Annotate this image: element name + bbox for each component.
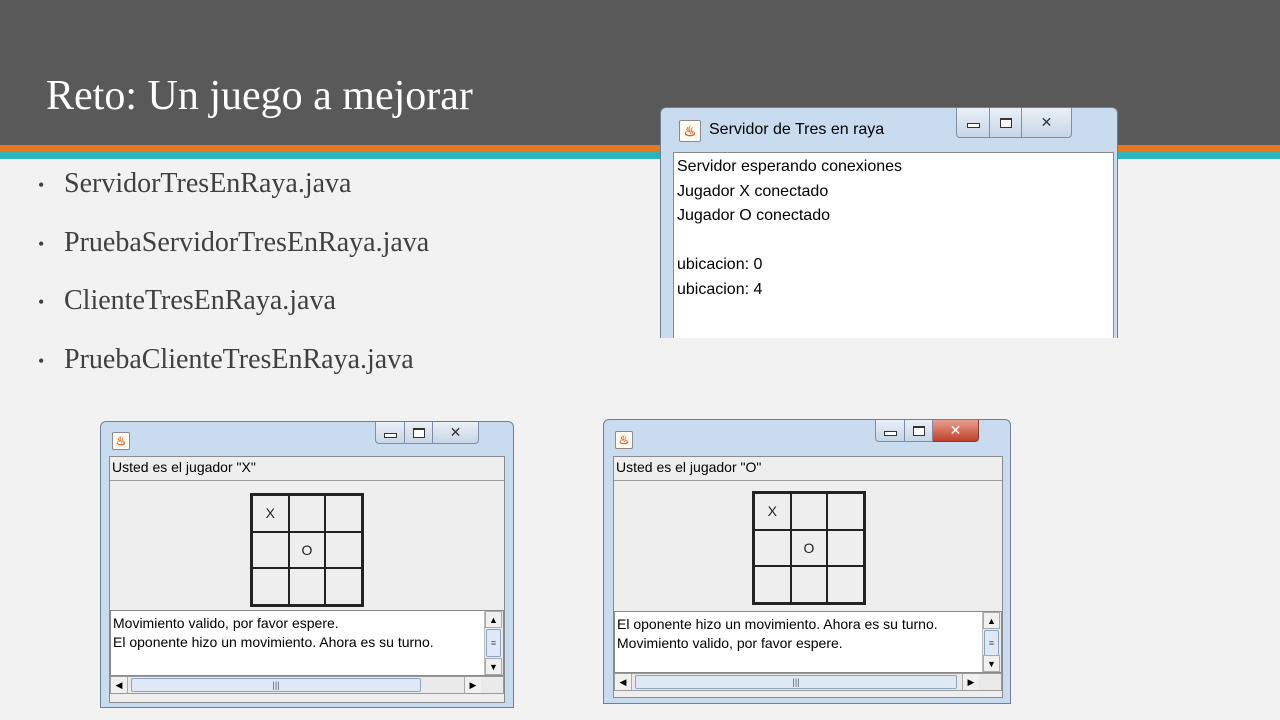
- maximize-icon: [412, 427, 425, 438]
- window-controls: ✕: [956, 108, 1072, 138]
- maximize-button[interactable]: [905, 420, 933, 442]
- client-x-body: Usted es el jugador "X" X O Movimiento v…: [109, 456, 505, 703]
- board-cell[interactable]: O: [288, 531, 326, 569]
- scroll-down-icon[interactable]: ▼: [983, 655, 1000, 672]
- log-line: ubicacion: 0: [677, 256, 763, 273]
- board-cell[interactable]: [754, 566, 791, 603]
- horizontal-scrollbar[interactable]: ◀ ||| ▶: [110, 676, 504, 694]
- board-cell[interactable]: [325, 495, 362, 532]
- minimize-icon: [883, 431, 897, 436]
- scroll-thumb[interactable]: ≡: [984, 630, 999, 656]
- board-cell[interactable]: [252, 568, 289, 605]
- message-line: Movimiento valido, por favor espere.: [113, 615, 339, 631]
- minimize-icon: [966, 123, 980, 128]
- close-button[interactable]: ✕: [933, 420, 979, 442]
- scroll-left-icon[interactable]: ◀: [111, 677, 128, 693]
- close-icon: ✕: [1040, 114, 1053, 130]
- board-cell[interactable]: [288, 568, 326, 605]
- bullet-item: • ClienteTresEnRaya.java: [38, 283, 429, 342]
- scroll-up-icon[interactable]: ▲: [485, 611, 502, 628]
- vertical-scrollbar[interactable]: ▲ ≡ ▼: [484, 611, 503, 675]
- board-cell[interactable]: [252, 531, 289, 569]
- player-label: Usted es el jugador "O": [616, 459, 762, 475]
- message-line: Movimiento valido, por favor espere.: [617, 635, 843, 651]
- bullet-marker: •: [38, 175, 45, 195]
- board-cell[interactable]: [790, 566, 828, 603]
- java-icon: ♨: [615, 431, 633, 449]
- board-cell[interactable]: [827, 493, 864, 530]
- board-cell[interactable]: [325, 568, 362, 605]
- scroll-right-icon[interactable]: ▶: [962, 674, 979, 690]
- scroll-thumb[interactable]: |||: [635, 675, 957, 689]
- maximize-icon: [912, 425, 925, 436]
- java-icon: ♨: [112, 432, 130, 450]
- minimize-button[interactable]: [375, 422, 405, 444]
- bullet-marker: •: [38, 350, 45, 371]
- bullet-text: ServidorTresEnRaya.java: [64, 168, 352, 199]
- server-window: ♨ Servidor de Tres en raya ✕ Servidor es…: [660, 107, 1118, 338]
- window-controls: ✕: [375, 422, 479, 444]
- minimize-button[interactable]: [956, 108, 990, 138]
- scroll-up-icon[interactable]: ▲: [983, 612, 1000, 629]
- close-icon: ✕: [449, 424, 462, 440]
- player-label: Usted es el jugador "X": [112, 459, 256, 475]
- bullet-text: ClienteTresEnRaya.java: [64, 285, 336, 316]
- board-cell[interactable]: [827, 529, 864, 567]
- bullet-item: • PruebaServidorTresEnRaya.java: [38, 225, 429, 284]
- log-line: Servidor esperando conexiones: [677, 158, 903, 175]
- log-line: ubicacion: 4: [677, 280, 763, 298]
- maximize-icon: [999, 117, 1012, 128]
- board-cell[interactable]: X: [754, 493, 791, 530]
- board-cell[interactable]: [288, 495, 326, 532]
- log-line: Jugador O conectado: [677, 207, 830, 224]
- bullet-item: • PruebaClienteTresEnRaya.java: [38, 342, 429, 401]
- label-divider: [614, 480, 1002, 481]
- client-o-body: Usted es el jugador "O" X O El oponente …: [613, 456, 1003, 698]
- tic-tac-toe-board: X O: [250, 493, 364, 607]
- close-icon: ✕: [949, 422, 962, 438]
- board-cell[interactable]: [827, 566, 864, 603]
- message-area[interactable]: El oponente hizo un movimiento. Ahora es…: [614, 611, 1002, 673]
- client-x-window: ♨ ✕ Usted es el jugador "X" X O Movimien…: [100, 421, 514, 708]
- board-cell[interactable]: O: [790, 529, 828, 567]
- board-cell[interactable]: X: [252, 495, 289, 532]
- scroll-right-icon[interactable]: ▶: [464, 677, 481, 693]
- label-divider: [110, 480, 504, 481]
- window-controls: ✕: [875, 420, 979, 442]
- bullet-marker: •: [38, 292, 45, 312]
- scroll-thumb[interactable]: |||: [131, 678, 421, 692]
- vertical-scrollbar[interactable]: ▲ ≡ ▼: [982, 612, 1001, 672]
- maximize-button[interactable]: [405, 422, 433, 444]
- server-window-title: Servidor de Tres en raya: [709, 121, 885, 138]
- minimize-button[interactable]: [875, 420, 905, 442]
- slide-title: Reto: Un juego a mejorar: [46, 73, 473, 119]
- scroll-down-icon[interactable]: ▼: [485, 658, 502, 675]
- scroll-thumb[interactable]: ≡: [486, 629, 501, 657]
- close-button[interactable]: ✕: [433, 422, 479, 444]
- close-button[interactable]: ✕: [1022, 108, 1072, 138]
- bullet-text: PruebaClienteTresEnRaya.java: [64, 343, 414, 375]
- tic-tac-toe-board: X O: [752, 491, 866, 605]
- bullet-list: • ServidorTresEnRaya.java • PruebaServidor…: [38, 166, 429, 400]
- bullet-marker: •: [38, 233, 45, 254]
- bullet-text: PruebaServidorTresEnRaya.java: [64, 226, 430, 258]
- board-cell[interactable]: [790, 493, 828, 530]
- message-area[interactable]: Movimiento valido, por favor espere. El …: [110, 610, 504, 676]
- bullet-item: • ServidorTresEnRaya.java: [38, 166, 429, 225]
- scroll-left-icon[interactable]: ◀: [615, 674, 632, 690]
- horizontal-scrollbar[interactable]: ◀ ||| ▶: [614, 673, 1002, 691]
- client-o-window: ♨ ✕ Usted es el jugador "O" X O El opone…: [603, 419, 1011, 704]
- log-line: Jugador X conectado: [677, 182, 829, 200]
- server-log-area[interactable]: Servidor esperando conexiones Jugador X …: [673, 152, 1114, 338]
- maximize-button[interactable]: [990, 108, 1022, 138]
- message-line: El oponente hizo un movimiento. Ahora es…: [113, 634, 434, 650]
- message-line: El oponente hizo un movimiento. Ahora es…: [617, 616, 938, 632]
- board-cell[interactable]: [754, 529, 791, 567]
- minimize-icon: [383, 433, 397, 438]
- java-icon: ♨: [679, 120, 701, 142]
- board-cell[interactable]: [325, 531, 362, 569]
